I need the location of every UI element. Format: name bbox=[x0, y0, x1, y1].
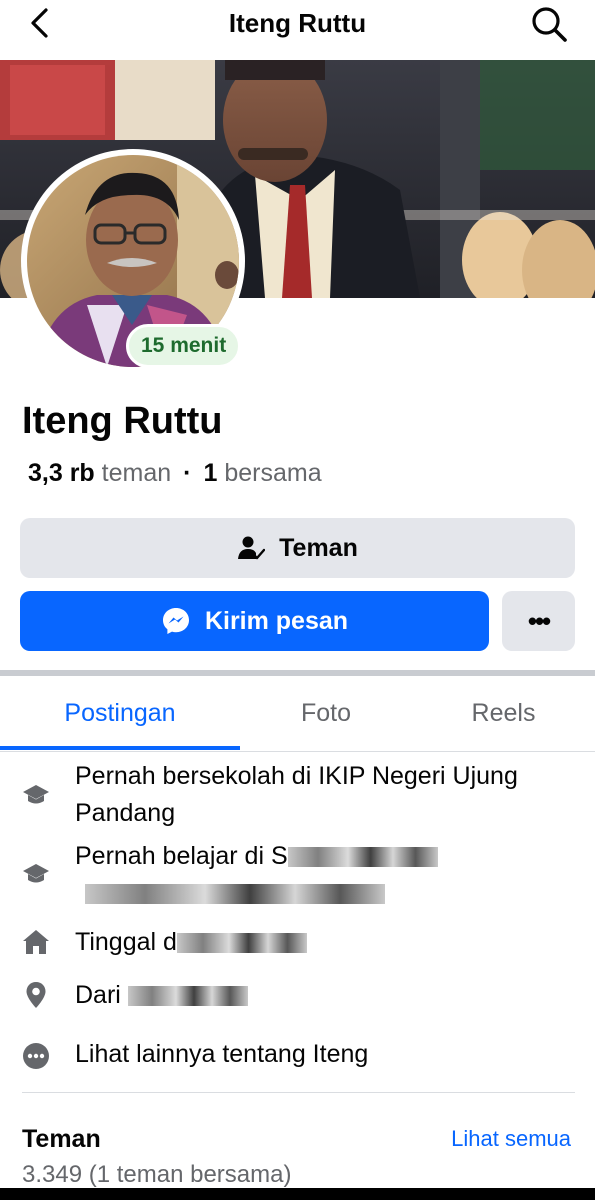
friends-word: teman bbox=[101, 459, 172, 487]
school-text: Pernah bersekolah di IKIP Negeri Ujung P… bbox=[75, 762, 518, 827]
tab-reels[interactable]: Reels bbox=[412, 676, 595, 752]
redacted-blur bbox=[85, 884, 385, 905]
home-icon bbox=[23, 930, 49, 954]
profile-tabs: Postingan Foto Reels bbox=[0, 676, 595, 752]
messenger-icon bbox=[162, 608, 189, 634]
more-options-button[interactable]: ••• bbox=[502, 591, 575, 651]
from-text: Dari bbox=[75, 977, 575, 1014]
from-prefix: Dari bbox=[75, 981, 128, 1009]
studied-prefix: Pernah belajar di S bbox=[75, 842, 288, 870]
lives-text: Tinggal d bbox=[75, 924, 575, 961]
graduation-cap-icon bbox=[23, 864, 49, 883]
tab-posts[interactable]: Postingan bbox=[0, 676, 240, 752]
search-icon[interactable] bbox=[529, 4, 569, 44]
separator-dot: · bbox=[183, 459, 192, 487]
mutual-count: 1 bbox=[203, 459, 218, 487]
section-divider-thin bbox=[22, 1092, 575, 1093]
lives-prefix: Tinggal d bbox=[75, 928, 177, 956]
redacted-blur bbox=[127, 986, 248, 1007]
redacted-blur bbox=[287, 847, 438, 868]
top-bar: Iteng Ruttu bbox=[0, 0, 595, 60]
profile-name: Iteng Ruttu bbox=[22, 400, 223, 442]
mutual-word: bersama bbox=[224, 459, 322, 487]
tab-photos[interactable]: Foto bbox=[240, 676, 412, 752]
friends-count-line: 3.349 (1 teman bersama) bbox=[22, 1161, 292, 1188]
send-message-button[interactable]: Kirim pesan bbox=[20, 591, 489, 651]
more-dots-icon: ••• bbox=[527, 605, 551, 636]
friends-button-label: Teman bbox=[279, 533, 358, 562]
friends-button[interactable]: Teman bbox=[20, 518, 575, 578]
friends-count: 3,3 rb bbox=[28, 459, 95, 487]
page-title: Iteng Ruttu bbox=[228, 8, 367, 38]
friend-stats[interactable]: 3,3 rb teman · 1 bersama bbox=[28, 456, 322, 490]
graduation-cap-icon bbox=[23, 785, 49, 804]
friends-section-title: Teman bbox=[22, 1125, 101, 1153]
see-all-friends-link[interactable]: Lihat semua bbox=[451, 1124, 571, 1154]
active-tab-indicator bbox=[0, 746, 240, 750]
status-badge: 15 menit bbox=[126, 324, 242, 368]
see-more-about-link[interactable]: Lihat lainnya tentang Iteng bbox=[75, 1036, 575, 1073]
friend-check-icon bbox=[238, 536, 266, 560]
send-message-label: Kirim pesan bbox=[204, 606, 349, 635]
studied-text: Pernah belajar di S bbox=[75, 838, 575, 912]
more-circle-icon bbox=[23, 1043, 49, 1069]
system-bottom-bar bbox=[0, 1188, 595, 1200]
location-pin-icon bbox=[26, 982, 46, 1008]
redacted-blur bbox=[176, 933, 307, 954]
